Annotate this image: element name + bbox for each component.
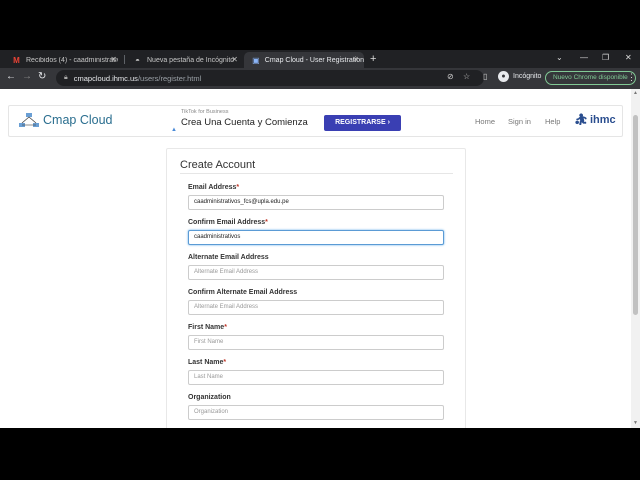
menu-icon[interactable]: ⋮ (627, 72, 636, 83)
last-name-label: Last Name* (188, 359, 226, 366)
confirm-alternate-email-label: Confirm Alternate Email Address (188, 289, 298, 296)
create-account-form: Create Account Email Address* caadminist… (166, 148, 466, 428)
eye-off-icon[interactable]: ⊘ (447, 72, 454, 81)
close-window-icon[interactable]: ✕ (625, 53, 632, 62)
back-icon[interactable]: ← (6, 71, 16, 82)
ad-register-button[interactable]: REGISTRARSE › (324, 115, 401, 131)
required-marker: * (265, 219, 268, 226)
last-name-label-text: Last Name (188, 359, 224, 366)
scroll-up-icon[interactable]: ▲ (633, 90, 638, 96)
incognito-icon: ◓ (135, 55, 140, 65)
close-tab-icon[interactable]: ✕ (352, 55, 359, 64)
reload-icon[interactable]: ↻ (38, 71, 46, 82)
site-header: Cmap Cloud TikTok for Business Crea Una … (8, 105, 623, 137)
tab-incognito[interactable]: ◓ Nueva pestaña de Incógnito ✕ (125, 52, 243, 68)
lock-icon: 🔒︎ (64, 74, 68, 81)
ad-choices-icon[interactable]: ▲ (171, 127, 177, 133)
last-name-field[interactable]: Last Name (188, 370, 444, 385)
email-field[interactable]: caadministrativos_fcs@upla.edu.pe (188, 195, 444, 210)
restore-icon[interactable]: ❐ (602, 53, 609, 62)
first-name-label-text: First Name (188, 324, 225, 331)
tab-label: Recibidos (4) - caadministrativos (26, 56, 118, 64)
star-icon[interactable]: ☆ (463, 72, 470, 81)
organization-field[interactable]: Organization (188, 405, 444, 420)
forward-icon[interactable]: → (22, 71, 32, 82)
web-page: Cmap Cloud TikTok for Business Crea Una … (0, 89, 631, 428)
tab-cmap-registration[interactable]: ▣ Cmap Cloud - User Registration ✕ (244, 52, 364, 68)
cmap-icon: ▣ (252, 55, 260, 65)
organization-label: Organization (188, 394, 231, 401)
page-scrollbar[interactable]: ▲ ▼ (631, 89, 640, 428)
gmail-icon: M (13, 55, 20, 65)
ihmc-figure-icon: ⛹︎ (574, 114, 588, 126)
minimize-icon[interactable]: — (580, 53, 588, 62)
confirm-email-field[interactable]: caadministrativos (188, 230, 444, 245)
ad-banner[interactable]: TikTok for Business Crea Una Cuenta y Co… (169, 109, 404, 136)
first-name-label: First Name* (188, 324, 227, 331)
first-name-field[interactable]: First Name (188, 335, 444, 350)
browser-window: M Recibidos (4) - caadministrativos ✕ ◓ … (0, 50, 640, 428)
browser-toolbar: ← → ↻ 🔒︎ cmapcloud.ihmc.us/users/registe… (0, 68, 640, 89)
url-path: /users/register.html (137, 73, 202, 83)
required-marker: * (236, 184, 240, 191)
profile-button[interactable]: ● Incógnito (498, 71, 541, 82)
scrollbar-thumb[interactable] (633, 115, 638, 315)
close-tab-icon[interactable]: ✕ (110, 55, 117, 64)
ihmc-logo-text: ihmc (589, 113, 616, 126)
confirm-email-label-text: Confirm Email Address (188, 219, 266, 226)
tab-label: Nueva pestaña de Incógnito (147, 56, 235, 64)
scroll-down-icon[interactable]: ▼ (633, 420, 638, 426)
cmap-logo-icon[interactable] (18, 112, 40, 132)
email-label-text: Email Address (188, 184, 237, 191)
tab-strip: M Recibidos (4) - caadministrativos ✕ ◓ … (0, 50, 640, 68)
incognito-avatar-icon: ● (498, 71, 509, 82)
update-chrome-button[interactable]: Nuevo Chrome disponible (545, 71, 636, 85)
ad-sponsor: TikTok for Business (181, 109, 229, 115)
nav-home-link[interactable]: Home (475, 117, 495, 126)
ihmc-logo[interactable]: ⛹︎ ihmc (574, 113, 616, 127)
alternate-email-label: Alternate Email Address (188, 254, 269, 261)
tab-label: Cmap Cloud - User Registration (264, 56, 364, 64)
profile-label: Incógnito (513, 73, 542, 80)
confirm-email-label: Confirm Email Address* (188, 219, 268, 226)
divider (180, 173, 453, 174)
confirm-alternate-email-field[interactable]: Alternate Email Address (188, 300, 444, 315)
sidepanel-icon[interactable]: ▯ (483, 72, 487, 81)
tab-gmail[interactable]: M Recibidos (4) - caadministrativos ✕ (4, 52, 122, 68)
url-host: cmapcloud.ihmc.us (73, 73, 138, 83)
address-bar[interactable]: 🔒︎ cmapcloud.ihmc.us/users/register.html (56, 70, 484, 86)
required-marker: * (223, 359, 227, 366)
ad-title[interactable]: Crea Una Cuenta y Comienza (181, 117, 308, 128)
email-label: Email Address* (188, 184, 239, 191)
alternate-email-field[interactable]: Alternate Email Address (188, 265, 444, 280)
form-title: Create Account (180, 159, 256, 171)
close-tab-icon[interactable]: ✕ (231, 55, 238, 64)
required-marker: * (224, 324, 227, 331)
nav-help-link[interactable]: Help (545, 117, 560, 126)
new-tab-icon[interactable]: + (370, 53, 376, 65)
nav-signin-link[interactable]: Sign in (508, 117, 531, 126)
site-logo-text[interactable]: Cmap Cloud (43, 113, 112, 127)
tab-search-icon[interactable]: ⌄ (556, 53, 563, 62)
